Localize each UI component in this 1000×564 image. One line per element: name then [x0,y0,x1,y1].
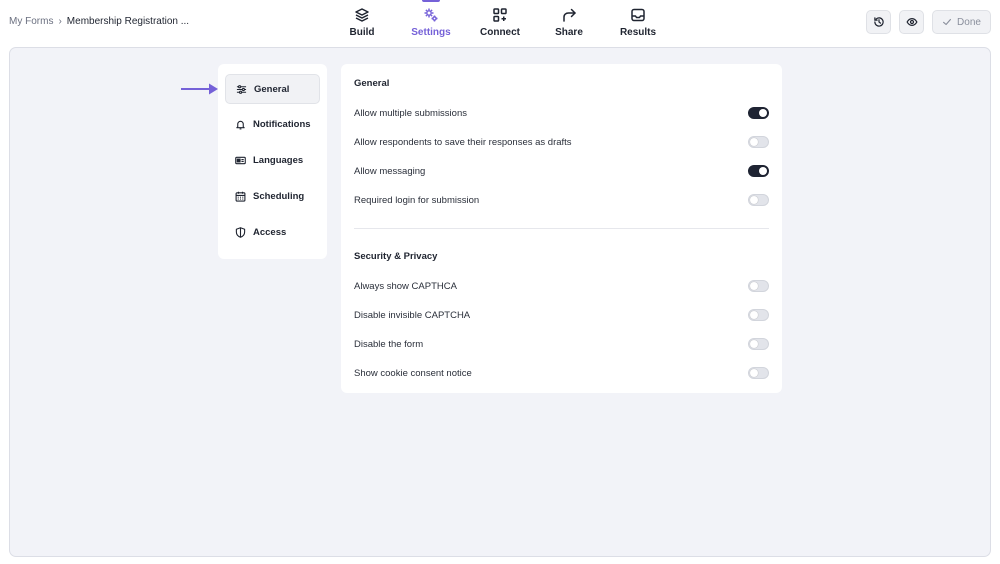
check-icon [943,18,952,26]
done-button[interactable]: Done [932,10,991,34]
history-icon [873,17,884,27]
settings-sidebar: General Notifications Languages Scheduli… [218,64,327,259]
general-settings-panel: General Allow multiple submissions Allow… [341,64,782,393]
main-tabs: Build Settings Connect Share Results [0,0,1000,44]
save-drafts-toggle[interactable] [748,136,769,148]
layers-icon [355,8,369,22]
setting-row-invisible-captcha: Disable invisible CAPTCHA [354,307,769,323]
tab-share[interactable]: Share [537,0,601,44]
sidebar-item-label: Scheduling [253,190,305,202]
setting-label: Disable the form [354,338,424,350]
section-divider [354,228,769,229]
pointer-arrow-icon [181,83,218,95]
sidebar-item-notifications[interactable]: Notifications [225,110,320,140]
sidebar-item-general[interactable]: General [225,74,320,104]
tab-build[interactable]: Build [330,0,394,44]
general-section-title: General [354,78,390,89]
messaging-toggle[interactable] [748,165,769,177]
setting-row-required-login: Required login for submission [354,192,769,208]
multiple-submissions-toggle[interactable] [748,107,769,119]
cookie-consent-toggle[interactable] [748,367,769,379]
sidebar-item-label: Notifications [253,119,311,131]
setting-label: Show cookie consent notice [354,367,472,379]
setting-label: Allow multiple submissions [354,107,467,119]
sidebar-item-access[interactable]: Access [225,217,320,247]
disable-form-toggle[interactable] [748,338,769,350]
invisible-captcha-toggle[interactable] [748,309,769,321]
calendar-icon [235,191,246,202]
tab-results[interactable]: Results [606,0,670,44]
top-bar: My Forms › Membership Registration ... B… [0,0,1000,44]
tab-settings-label: Settings [411,27,451,38]
sidebar-item-label: Languages [253,155,304,167]
sidebar-item-languages[interactable]: Languages [225,146,320,176]
setting-row-multiple-submissions: Allow multiple submissions [354,105,769,121]
setting-row-messaging: Allow messaging [354,163,769,179]
setting-row-always-captcha: Always show CAPTHCA [354,278,769,294]
required-login-toggle[interactable] [748,194,769,206]
preview-button[interactable] [899,10,924,34]
setting-label: Allow respondents to save their response… [354,136,572,148]
gears-icon [424,8,438,22]
tab-build-label: Build [349,27,375,38]
tab-connect[interactable]: Connect [468,0,532,44]
setting-row-save-drafts: Allow respondents to save their response… [354,134,769,150]
history-button[interactable] [866,10,891,34]
setting-row-disable-form: Disable the form [354,336,769,352]
setting-label: Required login for submission [354,194,480,206]
shield-icon [235,226,246,238]
setting-label: Allow messaging [354,165,426,177]
tab-settings[interactable]: Settings [399,0,463,44]
tab-results-label: Results [619,27,657,38]
bell-icon [236,121,245,130]
sidebar-item-scheduling[interactable]: Scheduling [225,181,320,211]
inbox-icon [631,8,645,22]
sliders-icon [236,84,247,94]
eye-icon [905,18,918,26]
always-captcha-toggle[interactable] [748,280,769,292]
setting-row-cookie-consent: Show cookie consent notice [354,365,769,381]
sidebar-item-label: General [254,83,290,95]
setting-label: Disable invisible CAPTCHA [354,309,471,321]
setting-label: Always show CAPTHCA [354,280,457,292]
security-section-title: Security & Privacy [354,251,438,262]
done-button-label: Done [957,16,981,28]
tab-share-label: Share [555,27,583,38]
sidebar-item-label: Access [253,226,287,238]
grid-plus-icon [493,8,507,22]
language-card-icon [235,156,246,165]
tab-connect-label: Connect [480,27,520,38]
share-arrow-icon [563,8,576,22]
